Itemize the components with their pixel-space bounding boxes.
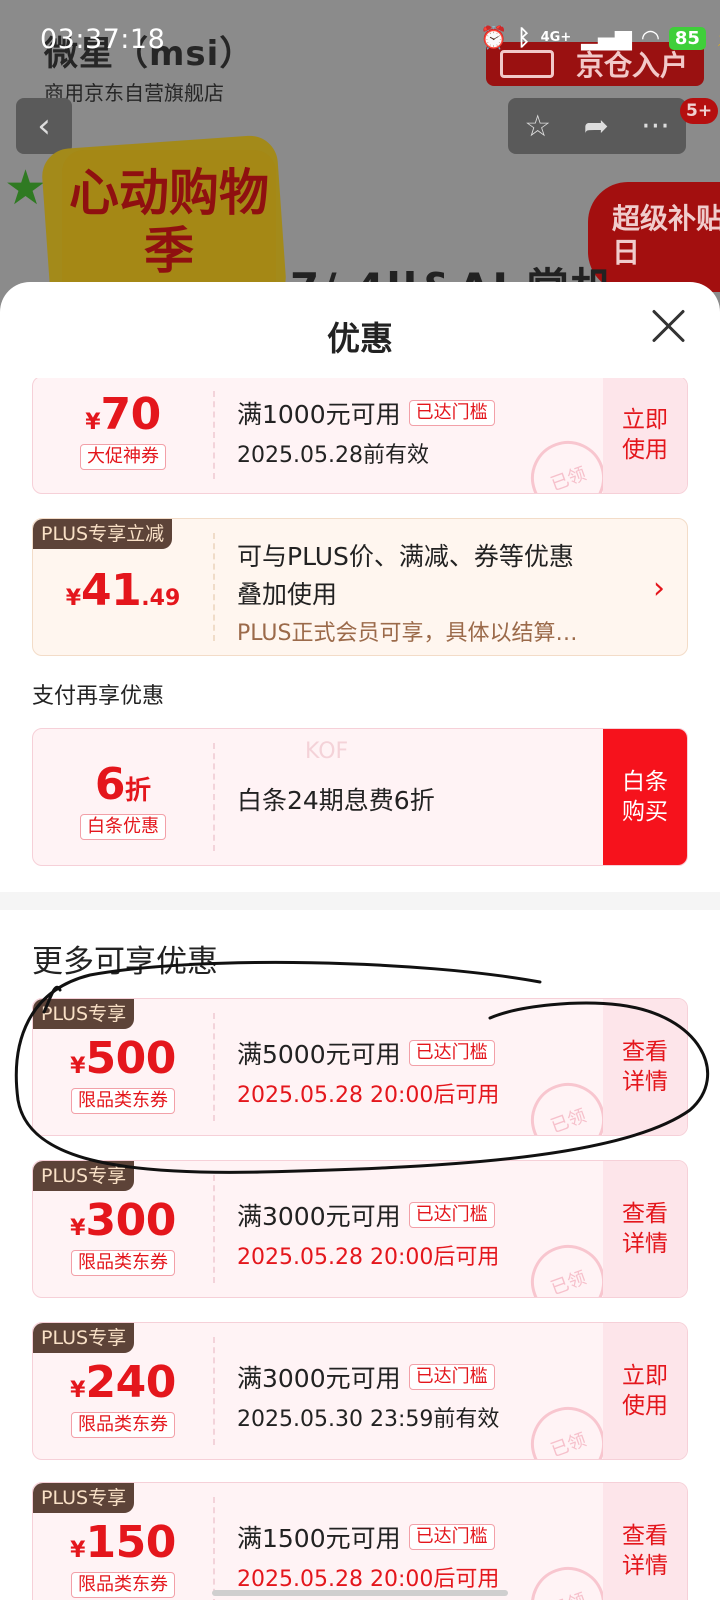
status-time: 03:37:18 (40, 24, 166, 55)
card-divider (213, 1337, 215, 1445)
coupon-value: 6折 白条优惠 (33, 729, 213, 865)
network-label: 4G+ (540, 30, 572, 45)
charging-icon: ⚡ (716, 24, 720, 52)
coupon-amount: 500 (85, 1033, 176, 1084)
watermark: KOF (305, 739, 349, 764)
close-icon[interactable] (648, 306, 688, 346)
coupon-condition: 满3000元可用 (237, 1364, 401, 1393)
signal-icon: ▂▄▆ (581, 25, 632, 51)
card-divider (213, 1175, 215, 1283)
coupon-card: ¥70 大促神券 满1000元可用 已达门槛 2025.05.28前有效 已领 立… (32, 378, 688, 494)
promo-title: 心动购物季 (62, 150, 276, 300)
offers-sheet: 优惠 ¥70 大促神券 满1000元可用 已达门槛 2025.05.28前有效 已… (0, 282, 720, 1600)
status-bar: 03:37:18 ⏰ ᛒ 4G+ ▂▄▆ ◠ 85 ⚡ (0, 0, 720, 78)
star-icon[interactable]: ☆ (524, 109, 551, 144)
threshold-badge: 已达门槛 (408, 1524, 495, 1550)
plus-discount-card[interactable]: PLUS专享立减 ¥41.49 可与PLUS价、满减、券等优惠 叠加使用 PLU… (32, 518, 688, 656)
coupon-amount: 300 (85, 1195, 176, 1246)
back-button[interactable]: ‹ (16, 98, 72, 154)
coupon-condition: 满1500元可用 (237, 1524, 401, 1553)
more-offers-heading: 更多可享优惠 (32, 944, 218, 980)
section-divider (0, 892, 720, 910)
payment-section-label: 支付再享优惠 (32, 684, 165, 709)
plus-note: PLUS正式会员可享，具体以结算… (237, 621, 578, 646)
currency-symbol: ¥ (70, 1054, 86, 1079)
threshold-badge: 已达门槛 (408, 1040, 495, 1066)
coupon-condition: 满3000元可用 (237, 1202, 401, 1231)
alarm-icon: ⏰ (480, 25, 508, 51)
offers-list[interactable]: ¥70 大促神券 满1000元可用 已达门槛 2025.05.28前有效 已领 立… (0, 378, 720, 1600)
view-details-button[interactable]: 查看详情 (603, 999, 687, 1135)
use-now-button[interactable]: 立即使用 (603, 378, 687, 493)
coupon-card: PLUS专享 ¥300 限品类东券 满3000元可用 已达门槛 2025.05.2… (32, 1160, 688, 1298)
chevron-right-icon[interactable]: › (653, 571, 665, 606)
view-details-button[interactable]: 查看详情 (603, 1483, 687, 1600)
card-divider (213, 1013, 215, 1121)
coupon-value: ¥150 限品类东券 (33, 1483, 213, 1600)
battery-level: 85 (668, 26, 706, 50)
coupon-type-tag: 限品类东券 (71, 1572, 175, 1598)
coupon-type-tag: 大促神券 (80, 444, 166, 470)
coupon-type-tag: 限品类东券 (71, 1250, 175, 1276)
status-icons: ⏰ ᛒ 4G+ ▂▄▆ ◠ 85 ⚡ (480, 24, 720, 52)
shop-subtitle: 商用京东自营旗舰店 (44, 81, 224, 105)
coupon-type-tag: 白条优惠 (80, 814, 166, 840)
view-details-button[interactable]: 查看详情 (603, 1161, 687, 1297)
coupon-value: ¥41.49 (33, 519, 213, 655)
coupon-condition: 满1000元可用 (237, 400, 401, 429)
coupon-amount: 41 (81, 565, 142, 616)
coupon-type-tag: 限品类东券 (71, 1412, 175, 1438)
coupon-amount-decimal: .49 (141, 586, 181, 611)
wifi-icon: ◠ (641, 25, 659, 51)
coupon-value: ¥300 限品类东券 (33, 1161, 213, 1297)
threshold-badge: 已达门槛 (408, 1202, 495, 1228)
use-now-button[interactable]: 立即使用 (603, 1323, 687, 1459)
coupon-value: ¥240 限品类东券 (33, 1323, 213, 1459)
currency-symbol: ¥ (65, 586, 82, 611)
currency-symbol: ¥ (70, 1216, 86, 1241)
card-divider (213, 743, 215, 851)
baitiao-card: 6折 白条优惠 KOF 白条24期息费6折 白条购买 (32, 728, 688, 866)
card-divider (213, 391, 215, 479)
currency-symbol: ¥ (70, 1538, 86, 1563)
coupon-value: ¥500 限品类东券 (33, 999, 213, 1135)
currency-symbol: ¥ (70, 1378, 86, 1403)
sheet-title: 优惠 (327, 319, 393, 358)
coupon-info: 白条24期息费6折 (237, 781, 597, 817)
coupon-condition: 满5000元可用 (237, 1040, 401, 1069)
share-icon[interactable]: ➦ (584, 109, 609, 144)
card-divider (213, 1497, 215, 1600)
decor-star-icon: ★ (4, 160, 48, 216)
plus-title-line1: 可与PLUS价、满减、券等优惠 (237, 542, 574, 571)
coupon-card: PLUS专享 ¥150 限品类东券 满1500元可用 已达门槛 2025.05.2… (32, 1482, 688, 1600)
coupon-card: PLUS专享 ¥500 限品类东券 满5000元可用 已达门槛 2025.05.2… (32, 998, 688, 1136)
threshold-badge: 已达门槛 (408, 1364, 495, 1390)
baitiao-description: 白条24期息费6折 (237, 786, 435, 815)
more-icon[interactable]: ··· (641, 109, 670, 144)
card-divider (213, 533, 215, 641)
message-badge: 5+ (680, 98, 719, 124)
coupon-value: ¥70 大促神券 (33, 378, 213, 493)
threshold-badge: 已达门槛 (408, 400, 495, 426)
plus-title-line2: 叠加使用 (237, 580, 338, 609)
home-indicator[interactable] (212, 1590, 508, 1596)
coupon-type-tag: 限品类东券 (71, 1088, 175, 1114)
discount-rate: 6 (94, 759, 126, 810)
top-tool-group: ☆ ➦ ··· (508, 98, 686, 154)
baitiao-buy-button[interactable]: 白条购买 (603, 729, 687, 865)
currency-symbol: ¥ (85, 410, 101, 435)
coupon-amount: 150 (85, 1517, 176, 1568)
bluetooth-icon: ᛒ (517, 25, 531, 51)
coupon-amount: 240 (85, 1357, 176, 1408)
coupon-info: 可与PLUS价、满减、券等优惠 叠加使用 PLUS正式会员可享，具体以结算… (237, 537, 637, 647)
coupon-card: PLUS专享 ¥240 限品类东券 满3000元可用 已达门槛 2025.05.3… (32, 1322, 688, 1460)
discount-unit: 折 (125, 776, 152, 806)
coupon-amount: 70 (100, 389, 162, 440)
back-icon: ‹ (37, 106, 51, 146)
